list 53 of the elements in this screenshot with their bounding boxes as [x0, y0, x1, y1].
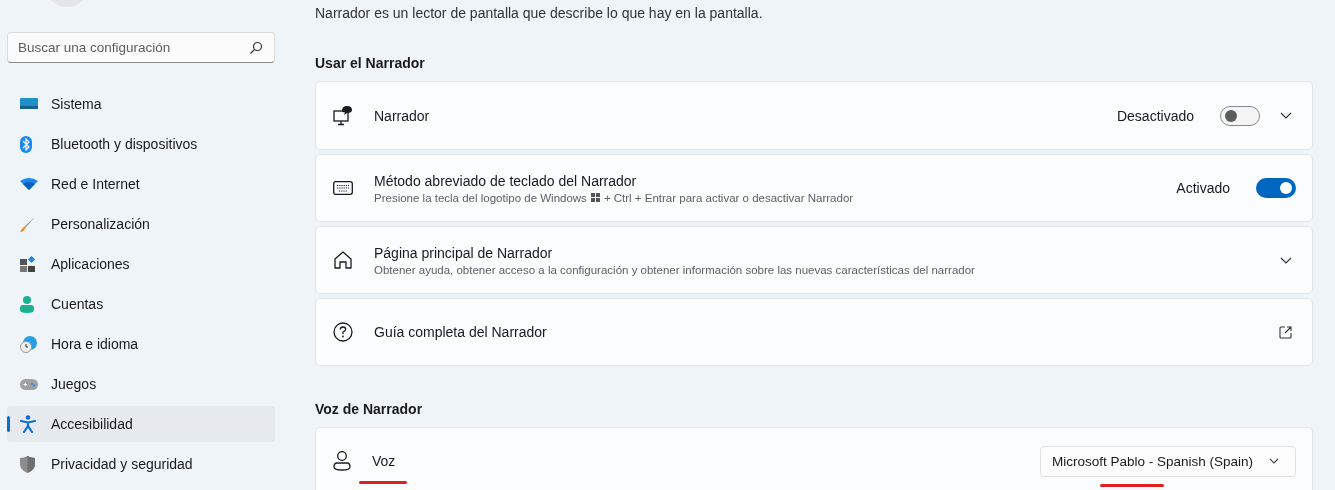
- toggle-state-label: Desactivado: [1116, 107, 1194, 124]
- setting-title: Página principal de Narrador: [374, 244, 553, 261]
- setting-title: Guía completa del Narrador: [374, 324, 547, 340]
- bluetooth-icon: [20, 135, 32, 153]
- home-icon: [333, 250, 353, 270]
- sidebar-item[interactable]: Aplicaciones: [7, 246, 275, 282]
- chevron-down-icon[interactable]: [1280, 256, 1292, 264]
- sidebar-item[interactable]: Privacidad y seguridad: [7, 446, 275, 482]
- person-icon: [20, 295, 34, 313]
- sidebar-item[interactable]: Sistema: [7, 86, 275, 122]
- setting-card[interactable]: Página principal de Narrador Obtener ayuda, obtener acceso a la configuración y obtener información sobre las nuevas características del narrador: [315, 226, 1313, 294]
- voice-dropdown[interactable]: Microsoft Pablo - Spanish (Spain): [1039, 445, 1296, 477]
- search-icon: [249, 41, 263, 55]
- sidebar-item[interactable]: Accesibilidad: [7, 406, 275, 442]
- setting-card[interactable]: Narrador Desactivado: [315, 81, 1313, 150]
- windows-logo-icon: [590, 193, 600, 202]
- setting-title: Voz: [372, 453, 396, 469]
- brush-icon: [20, 216, 36, 232]
- setting-description: + Ctrl + Entrar para activar o desactivar Narrador: [603, 191, 854, 204]
- page-description: Narrador es un lector de pantalla que describe lo que hay en la pantalla.: [315, 4, 764, 22]
- external-link-icon[interactable]: [1279, 325, 1292, 339]
- setting-description: Obtener ayuda, obtener acceso a la configuración y obtener información sobre las nuevas características del narrador: [374, 263, 976, 276]
- wifi-icon: [20, 178, 38, 190]
- sidebar-item[interactable]: Cuentas: [7, 286, 275, 322]
- sidebar-item[interactable]: Juegos: [7, 366, 275, 402]
- apps-icon: [20, 256, 36, 272]
- section-heading: Usar el Narrador: [315, 54, 426, 72]
- setting-card[interactable]: Voz Microsoft Pablo - Spanish (Spain): [315, 427, 1313, 490]
- narrator-icon: [333, 105, 353, 126]
- accessibility-icon: [20, 415, 36, 433]
- setting-card[interactable]: Método abreviado de teclado del Narrador Presione la tecla del logotipo de Windows + Ctrl + Entrar para activar o desactivar Narrador Activado: [315, 154, 1313, 222]
- toggle-state-label: Activado: [1176, 180, 1230, 196]
- gamepad-icon: [20, 378, 38, 390]
- sidebar-item[interactable]: Red e Internet: [7, 166, 275, 202]
- toggle-switch[interactable]: [1220, 105, 1260, 126]
- chevron-down-icon: [1269, 458, 1279, 464]
- clock-globe-icon: [20, 335, 37, 353]
- setting-title: Narrador: [374, 107, 430, 124]
- keyboard-icon: [333, 181, 353, 195]
- person-icon: [333, 451, 351, 471]
- chevron-down-icon[interactable]: [1280, 112, 1292, 119]
- section-heading: Voz de Narrador: [315, 400, 424, 418]
- help-icon: [333, 322, 353, 342]
- setting-title: Método abreviado de teclado del Narrador: [374, 172, 637, 189]
- sidebar-item[interactable]: Personalización: [7, 206, 275, 242]
- search-field[interactable]: Buscar una configuración: [7, 32, 275, 63]
- sidebar-item[interactable]: Bluetooth y dispositivos: [7, 126, 275, 162]
- setting-card[interactable]: Guía completa del Narrador: [315, 298, 1313, 366]
- monitor-icon: [20, 97, 38, 111]
- sidebar-item[interactable]: Hora e idioma: [7, 326, 275, 362]
- shield-icon: [20, 455, 35, 473]
- setting-description: Presione la tecla del logotipo de Windows: [374, 191, 587, 204]
- toggle-switch[interactable]: [1256, 178, 1296, 198]
